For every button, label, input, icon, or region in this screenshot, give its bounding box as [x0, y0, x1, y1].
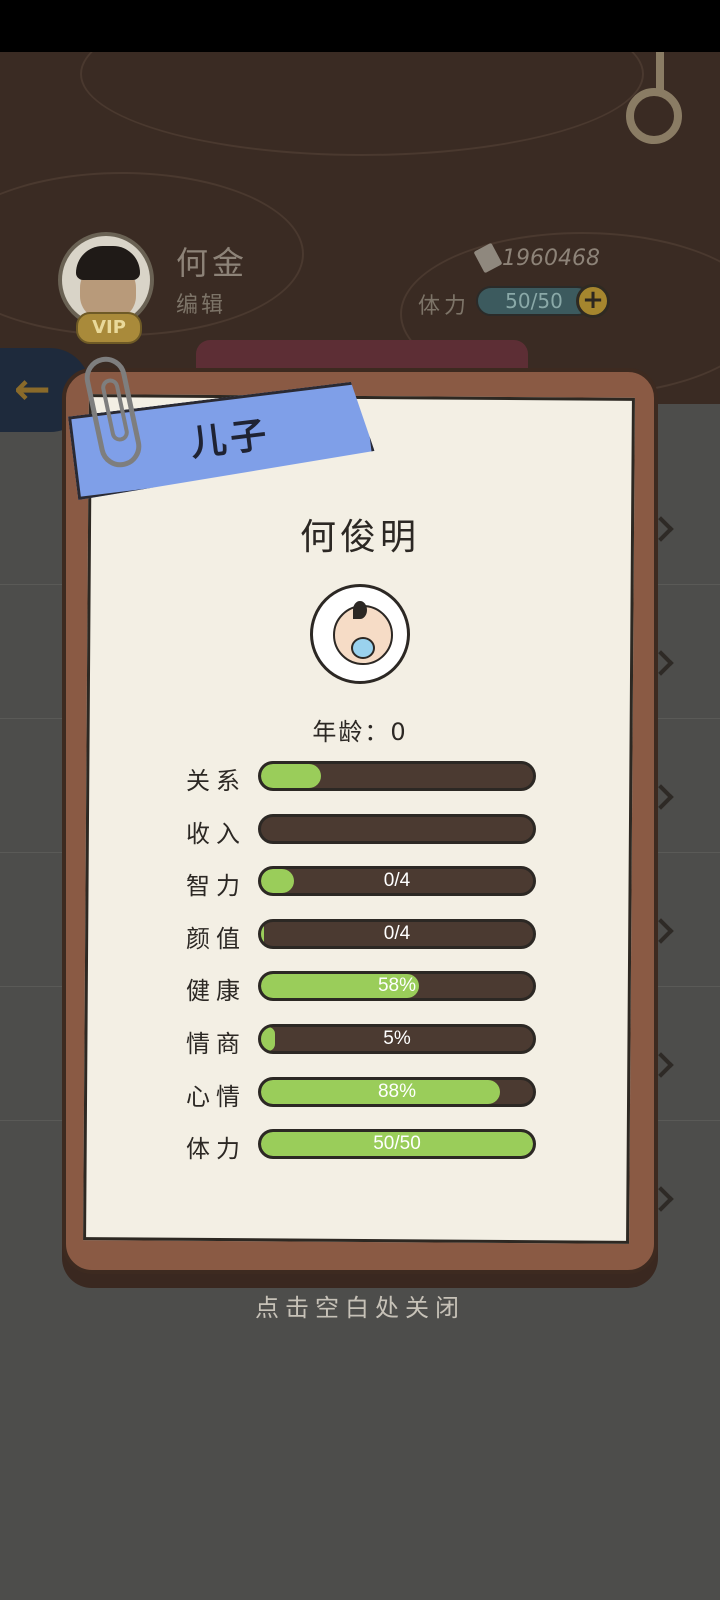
- stat-label: 智力: [186, 872, 246, 901]
- stat-label: 情商: [186, 1030, 246, 1058]
- money-value: 1960468: [502, 246, 600, 271]
- player-hair: [76, 246, 140, 280]
- stat-bar: 50/50: [258, 1129, 536, 1160]
- header-decoration: [0, 172, 304, 336]
- hook-line: [656, 52, 664, 92]
- stat-value: 88%: [377, 1080, 417, 1102]
- stamina-label: 体力: [418, 294, 471, 319]
- stat-bar: 5%: [258, 1024, 536, 1054]
- age-label: 年龄：: [312, 718, 391, 746]
- stat-value: 50/50: [373, 1133, 421, 1155]
- baby-hair: [353, 601, 367, 619]
- stat-value: 0/4: [383, 870, 411, 892]
- stat-value: 0/4: [383, 922, 411, 944]
- child-age: 年龄：0: [0, 712, 720, 747]
- stat-value: [261, 817, 533, 841]
- stat-bar: [258, 761, 536, 791]
- status-bar: [0, 0, 720, 52]
- add-stamina-button[interactable]: +: [576, 284, 610, 318]
- hook-ring: [626, 88, 682, 144]
- stat-label: 健康: [186, 977, 246, 1006]
- age-value: 0: [390, 718, 408, 746]
- stat-label: 关系: [186, 767, 246, 795]
- stat-label: 体力: [186, 1135, 246, 1164]
- stat-bar: 88%: [258, 1076, 536, 1107]
- pacifier-icon: [351, 637, 375, 659]
- stat-bar: 0/4: [258, 918, 536, 949]
- stat-value: [261, 764, 533, 788]
- stat-label: 收入: [186, 819, 246, 848]
- relation-tag: 儿子: [188, 414, 273, 465]
- stat-bar: 0/4: [258, 866, 536, 897]
- stat-value: 5%: [383, 1028, 411, 1049]
- header-decoration: [80, 52, 644, 156]
- child-avatar: [310, 584, 410, 684]
- back-arrow-icon: ←: [14, 364, 51, 415]
- close-hint[interactable]: 点击空白处关闭: [0, 1288, 720, 1323]
- stamina-bar: 50/50: [476, 286, 592, 316]
- vip-badge[interactable]: VIP: [76, 312, 142, 344]
- stat-value: 58%: [377, 975, 417, 997]
- player-name: 何金: [176, 244, 249, 282]
- stat-bar: 58%: [258, 971, 536, 1002]
- child-name: 何俊明: [299, 517, 420, 558]
- stat-bar: [258, 813, 536, 844]
- player-job: 编辑: [176, 293, 227, 318]
- stat-label: 心情: [186, 1082, 246, 1111]
- stat-label: 颜值: [186, 924, 246, 953]
